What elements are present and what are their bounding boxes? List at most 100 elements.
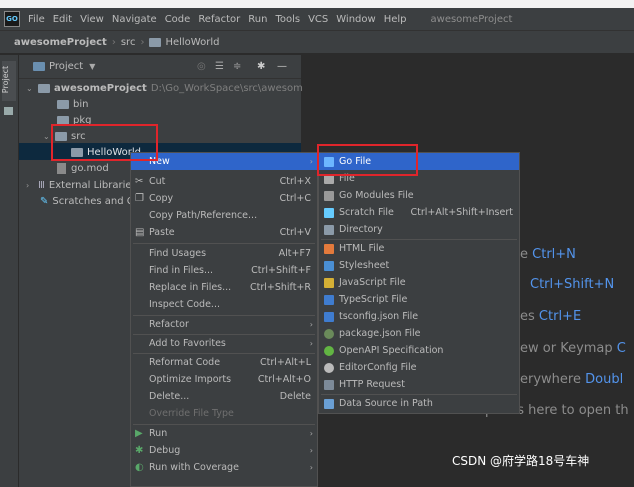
openapi-icon xyxy=(324,345,334,356)
menu-item-run[interactable]: ▶ Run › xyxy=(131,425,317,442)
menu-separator xyxy=(133,243,315,244)
menu-item-paste[interactable]: ▤ Paste Ctrl+V xyxy=(131,224,317,241)
project-view-title[interactable]: Project xyxy=(49,61,83,72)
menu-tools[interactable]: Tools xyxy=(271,14,304,25)
submenu-item-editorconfig[interactable]: EditorConfig File xyxy=(319,359,519,376)
window-project-name: awesomeProject xyxy=(430,13,513,25)
folder-icon xyxy=(149,37,162,47)
menu-file[interactable]: File xyxy=(24,14,49,25)
menu-item-run-coverage[interactable]: ◐ Run with Coverage › xyxy=(131,459,317,476)
menu-item-reformat[interactable]: Reformat Code Ctrl+Alt+L xyxy=(131,354,317,371)
tree-item-label: go.mod xyxy=(71,162,109,174)
submenu-item-data-source[interactable]: Data Source in Path xyxy=(319,395,519,412)
http-request-icon xyxy=(324,379,334,390)
breadcrumb-separator: › xyxy=(140,36,145,48)
menu-vcs[interactable]: VCS xyxy=(304,14,332,25)
menu-item-replace-in-files[interactable]: Replace in Files... Ctrl+Shift+R xyxy=(131,279,317,296)
tree-root[interactable]: ⌄ awesomeProject D:\Go_WorkSpace\src\awe… xyxy=(26,80,315,96)
submenu-item-openapi[interactable]: OpenAPI Specification xyxy=(319,342,519,359)
menu-window[interactable]: Window xyxy=(332,14,379,25)
tsconfig-icon xyxy=(324,311,334,322)
watermark: CSDN @府学路18号车神 xyxy=(452,454,590,468)
menu-edit[interactable]: Edit xyxy=(49,14,76,25)
submenu-item-tsconfig[interactable]: tsconfig.json File xyxy=(319,308,519,325)
menu-item-override-file-type: Override File Type xyxy=(149,408,234,419)
hint-go-to-file: Ctrl+Shift+N xyxy=(530,277,615,292)
paste-icon: ▤ xyxy=(135,227,145,238)
tree-item-gomod[interactable]: go.mod xyxy=(57,160,109,176)
project-view-icon xyxy=(33,62,45,71)
chevron-right-icon: › xyxy=(309,446,313,455)
submenu-item-html[interactable]: HTML File xyxy=(319,240,519,257)
new-submenu: Go File File Go Modules File Scratch Fil… xyxy=(318,152,520,414)
html-icon xyxy=(324,243,334,254)
menu-view[interactable]: View xyxy=(76,14,108,25)
menu-bar: GO File Edit View Navigate Code Refactor… xyxy=(0,8,634,30)
chevron-right-icon: › xyxy=(309,463,313,472)
tree-item-label: bin xyxy=(73,98,89,110)
menu-item-add-favorites[interactable]: Add to Favorites › xyxy=(131,335,317,352)
submenu-item-scratch[interactable]: Scratch File Ctrl+Alt+Shift+Insert xyxy=(319,204,519,221)
chevron-right-icon: › xyxy=(309,429,313,438)
database-icon xyxy=(324,398,334,409)
folder-icon xyxy=(57,99,69,109)
gear-icon[interactable]: ✱ xyxy=(257,61,265,72)
tree-item-external-libraries[interactable]: › Ⅲ External Librarie xyxy=(26,177,132,193)
scissors-icon: ✂ xyxy=(135,176,144,187)
scratch-icon xyxy=(324,207,334,218)
locate-icon[interactable]: ◎ xyxy=(197,61,206,72)
context-menu: New › ✂ Cut Ctrl+X ❐ Copy Ctrl+C Copy Path/Re… xyxy=(130,152,318,487)
menu-item-optimize-imports[interactable]: Optimize Imports Ctrl+Alt+O xyxy=(131,371,317,388)
chevron-down-icon[interactable]: ▼ xyxy=(89,62,95,71)
submenu-item-packagejson[interactable]: package.json File xyxy=(319,325,519,342)
folder-icon xyxy=(324,224,334,235)
submenu-item-javascript[interactable]: JavaScript File xyxy=(319,274,519,291)
menu-item-new[interactable]: New › xyxy=(131,153,317,170)
submenu-item-http-request[interactable]: HTTP Request xyxy=(319,376,519,393)
menu-item-delete[interactable]: Delete... Delete xyxy=(131,388,317,405)
breadcrumb-project[interactable]: awesomeProject xyxy=(14,37,107,48)
hint-navigation-bar: ew or Keymap C xyxy=(520,341,626,356)
tree-item-bin[interactable]: bin xyxy=(57,96,88,112)
left-tool-strip: Project xyxy=(0,55,19,487)
tree-item-scratches[interactable]: ✎ Scratches and C xyxy=(40,193,134,209)
menu-help[interactable]: Help xyxy=(380,14,411,25)
top-strip xyxy=(0,0,634,8)
menu-item-cut[interactable]: ✂ Cut Ctrl+X xyxy=(131,173,317,190)
submenu-item-typescript[interactable]: TypeScript File xyxy=(319,291,519,308)
menu-refactor[interactable]: Refactor xyxy=(194,14,244,25)
menu-item-find-usages[interactable]: Find Usages Alt+F7 xyxy=(131,245,317,262)
coverage-icon: ◐ xyxy=(135,462,144,473)
menu-item-copy[interactable]: ❐ Copy Ctrl+C xyxy=(131,190,317,207)
project-tool-label: Project xyxy=(1,65,11,94)
hide-icon[interactable]: — xyxy=(277,61,287,72)
menu-item-copy-path[interactable]: Copy Path/Reference... xyxy=(131,207,317,224)
project-tool-tab[interactable]: Project xyxy=(1,61,16,101)
submenu-item-stylesheet[interactable]: Stylesheet xyxy=(319,257,519,274)
tree-item-label: Scratches and C xyxy=(52,195,134,207)
menu-navigate[interactable]: Navigate xyxy=(108,14,161,25)
submenu-item-directory[interactable]: Directory xyxy=(319,221,519,238)
hint-search-everywhere: erywhere Doubl xyxy=(520,372,624,387)
menu-item-inspect-code[interactable]: Inspect Code... xyxy=(131,296,317,313)
menu-item-debug[interactable]: ✱ Debug › xyxy=(131,442,317,459)
go-mod-icon xyxy=(324,190,334,201)
menu-code[interactable]: Code xyxy=(161,14,195,25)
structure-icon[interactable] xyxy=(4,107,13,115)
breadcrumb-src[interactable]: src xyxy=(121,37,136,48)
annotation-box-go-file xyxy=(317,144,418,176)
collapse-all-icon[interactable]: ☰ xyxy=(215,61,224,72)
chevron-down-icon: ⌄ xyxy=(26,83,33,93)
chevron-right-icon: › xyxy=(26,180,30,190)
menu-run[interactable]: Run xyxy=(244,14,271,25)
menu-item-find-in-files[interactable]: Find in Files... Ctrl+Shift+F xyxy=(131,262,317,279)
menu-item-refactor[interactable]: Refactor › xyxy=(131,316,317,333)
submenu-item-go-modules[interactable]: Go Modules File xyxy=(319,187,519,204)
breadcrumb-separator: › xyxy=(111,36,116,48)
chevron-right-icon: › xyxy=(309,157,313,166)
tree-root-label: awesomeProject xyxy=(54,82,147,94)
expand-icon[interactable]: ≑ xyxy=(233,61,241,72)
file-icon xyxy=(57,162,66,174)
hint-go-to-class: e Ctrl+N xyxy=(520,247,576,262)
breadcrumb-helloworld[interactable]: HelloWorld xyxy=(165,37,219,48)
